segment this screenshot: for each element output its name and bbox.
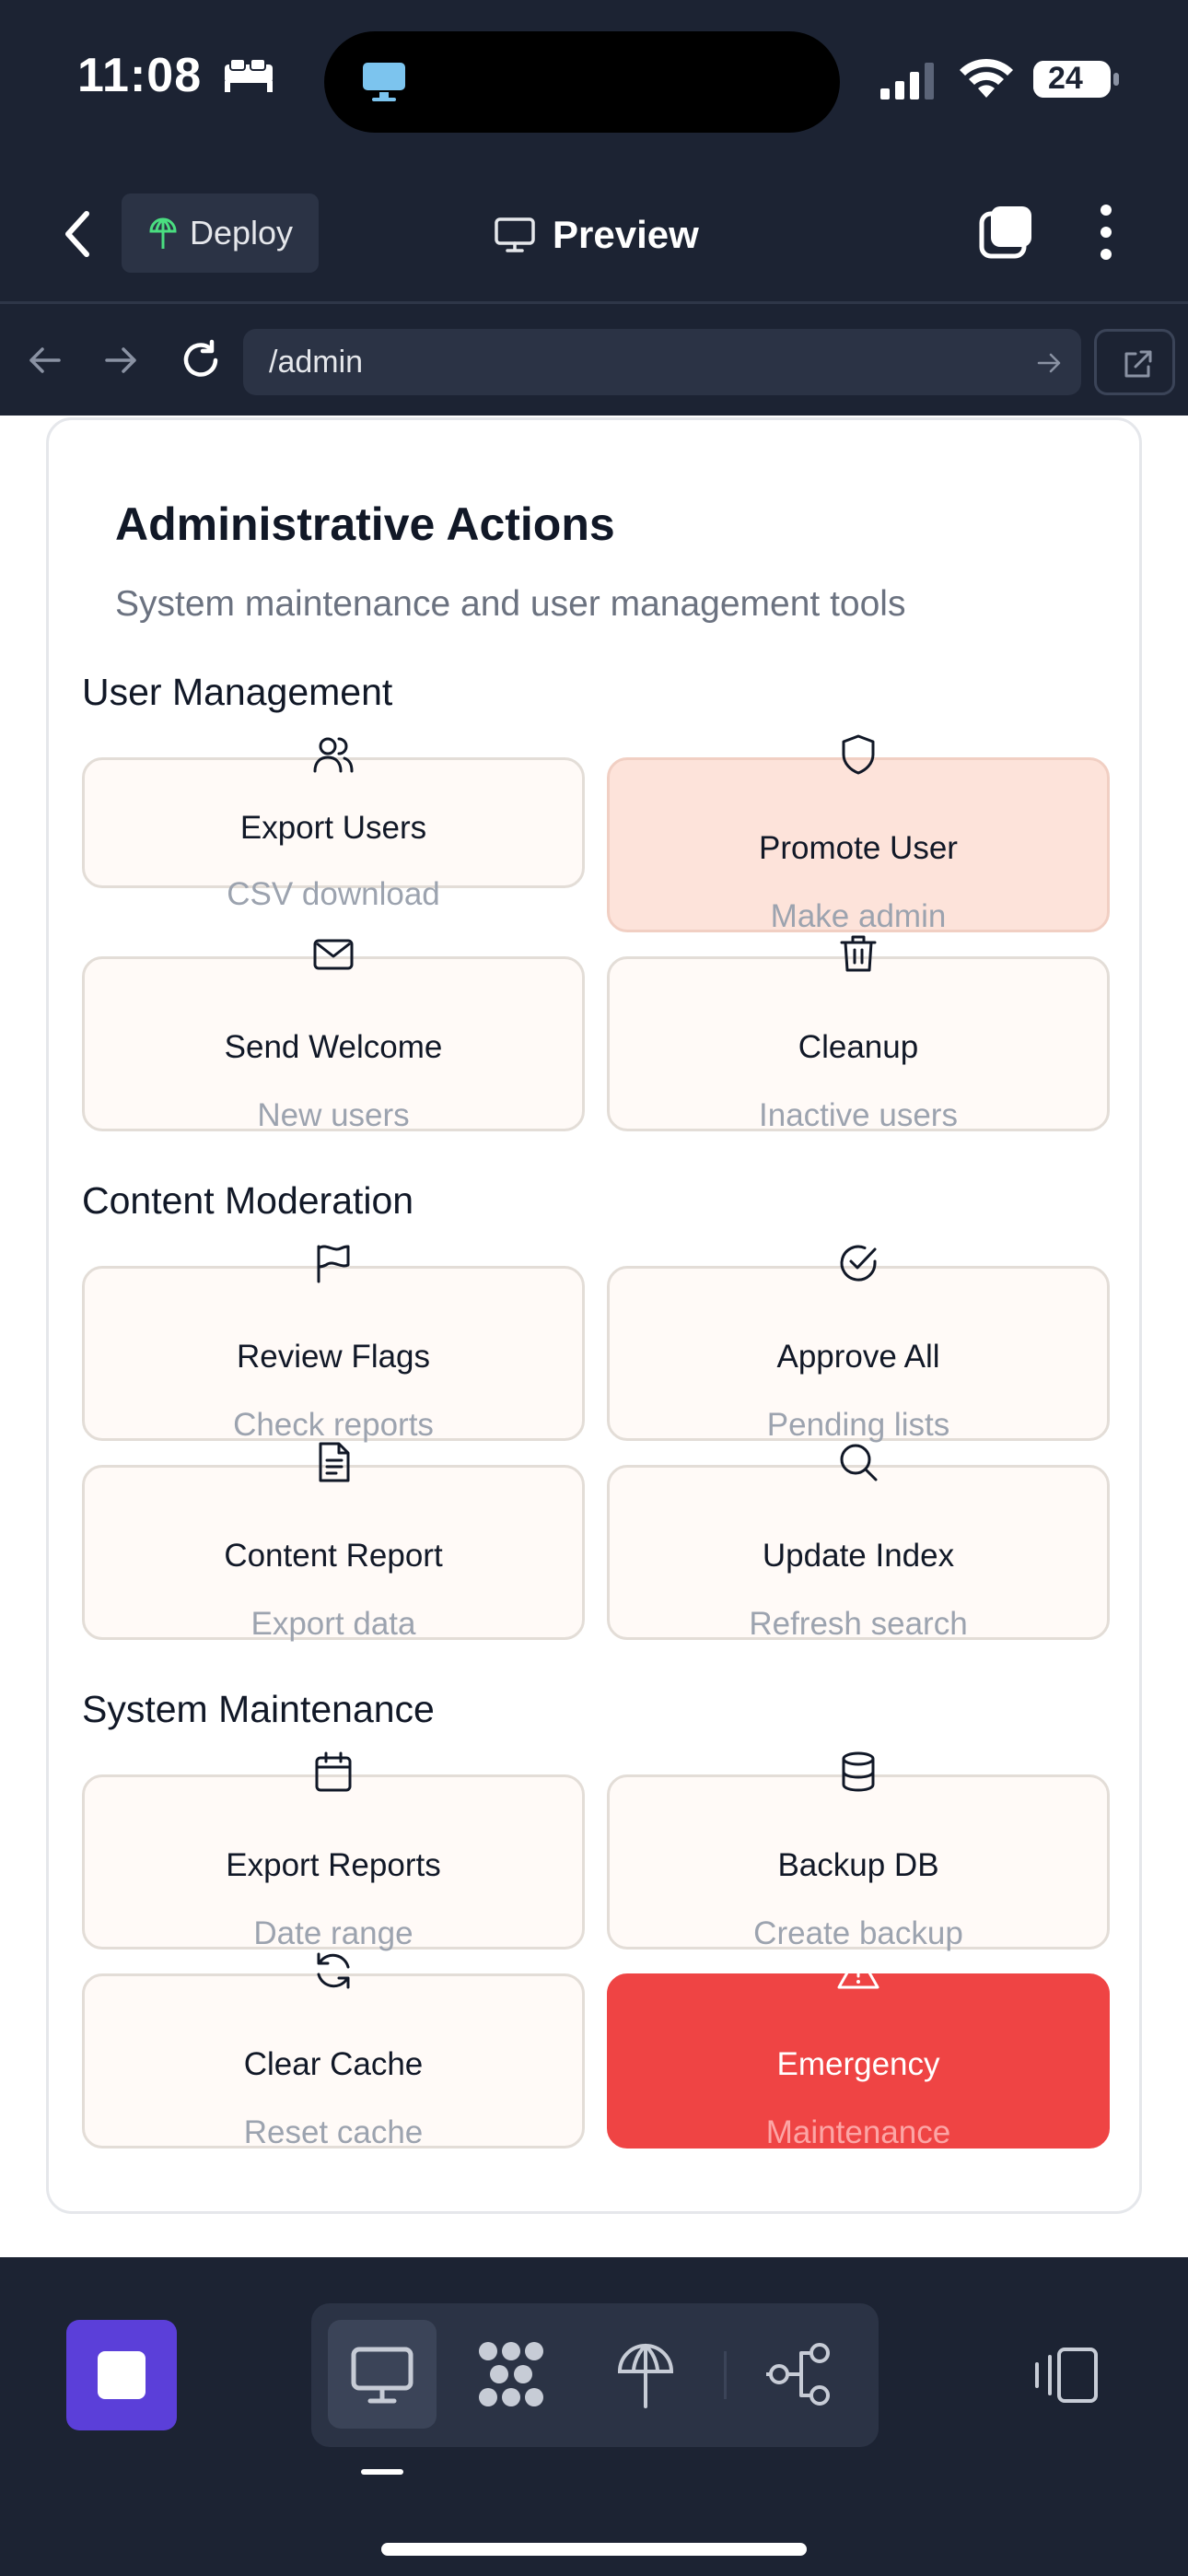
device-layout-icon[interactable] xyxy=(1031,2346,1100,2405)
web-preview: Administrative Actions System maintenanc… xyxy=(0,416,1188,2257)
more-menu-icon[interactable] xyxy=(1092,203,1120,262)
admin-actions-card: Administrative Actions System maintenanc… xyxy=(46,417,1142,2214)
export-reports-label: Export Reports xyxy=(226,1847,441,1883)
flag-icon xyxy=(317,1245,350,1283)
cleanup-button[interactable]: Cleanup Inactive users xyxy=(607,935,1110,1133)
url-text: /admin xyxy=(269,344,364,380)
approve-all-label: Approve All xyxy=(776,1339,940,1375)
document-icon xyxy=(319,1442,350,1482)
backup-db-button[interactable]: Backup DB Create backup xyxy=(607,1751,1110,1951)
app-header: Deploy Preview xyxy=(0,166,1188,304)
export-users-sub: CSV download xyxy=(227,876,440,912)
deploy-button[interactable]: Deploy xyxy=(122,193,319,273)
dynamic-island xyxy=(324,31,840,133)
check-circle-icon xyxy=(840,1245,877,1282)
promote-user-label: Promote User xyxy=(759,830,958,866)
bottom-toolbar xyxy=(0,2257,1188,2576)
send-welcome-label: Send Welcome xyxy=(224,1029,443,1065)
clear-cache-label: Clear Cache xyxy=(243,2046,424,2082)
emergency-label: Emergency xyxy=(776,2046,940,2082)
emergency-sub: Maintenance xyxy=(765,2114,951,2150)
screen-mirroring-icon xyxy=(363,63,405,101)
approve-all-button[interactable]: Approve All Pending lists xyxy=(607,1245,1110,1443)
content-report-sub: Export data xyxy=(250,1606,416,1642)
export-reports-sub: Date range xyxy=(253,1915,413,1951)
content-report-label: Content Report xyxy=(224,1538,443,1574)
active-tab-indicator xyxy=(361,2469,403,2475)
backup-db-label: Backup DB xyxy=(777,1847,939,1883)
update-index-button[interactable]: Update Index Refresh search xyxy=(607,1444,1110,1642)
review-flags-sub: Check reports xyxy=(233,1407,434,1443)
clear-cache-sub: Reset cache xyxy=(243,2114,424,2150)
git-branch-icon[interactable] xyxy=(764,2338,836,2410)
card-subtitle: System maintenance and user management t… xyxy=(115,584,906,624)
sleep-focus-icon xyxy=(225,58,273,92)
toolbar-divider xyxy=(724,2351,727,2399)
status-time: 11:08 xyxy=(77,49,203,102)
send-welcome-sub: New users xyxy=(257,1097,410,1133)
reload-icon[interactable] xyxy=(179,338,223,382)
warning-icon xyxy=(837,1951,879,1989)
search-icon xyxy=(840,1444,878,1481)
section-title-system-maintenance: System Maintenance xyxy=(82,1688,435,1730)
back-chevron-icon[interactable] xyxy=(55,206,101,262)
status-bar: 11:08 24 xyxy=(0,0,1188,166)
arrow-right-icon[interactable] xyxy=(103,342,140,379)
tabs-icon[interactable] xyxy=(978,203,1035,260)
update-index-label: Update Index xyxy=(762,1538,955,1574)
shield-icon xyxy=(842,734,875,775)
go-arrow-icon[interactable] xyxy=(1037,351,1061,375)
deploy-tree-icon[interactable] xyxy=(610,2338,681,2410)
calendar-icon xyxy=(315,1751,352,1792)
backup-db-sub: Create backup xyxy=(753,1915,963,1951)
review-flags-button[interactable]: Review Flags Check reports xyxy=(82,1245,585,1443)
workspace-grid-icon[interactable] xyxy=(475,2338,547,2410)
send-welcome-button[interactable]: Send Welcome New users xyxy=(82,939,585,1133)
content-report-button[interactable]: Content Report Export data xyxy=(82,1442,585,1642)
arrow-left-icon[interactable] xyxy=(26,342,63,379)
card-title: Administrative Actions xyxy=(115,498,615,550)
update-index-sub: Refresh search xyxy=(749,1606,968,1642)
clear-cache-button[interactable]: Clear Cache Reset cache xyxy=(82,1952,585,2150)
wifi-icon xyxy=(960,58,1013,98)
url-input[interactable]: /admin xyxy=(243,329,1081,395)
emergency-button[interactable]: Emergency Maintenance xyxy=(607,1951,1110,2150)
database-icon xyxy=(842,1751,875,1792)
refresh-icon xyxy=(317,1952,350,1989)
monitor-icon xyxy=(495,217,535,252)
export-users-label: Export Users xyxy=(239,810,427,846)
section-title-content-moderation: Content Moderation xyxy=(82,1179,414,1222)
external-link-icon xyxy=(1124,350,1152,378)
section-title-user-management: User Management xyxy=(82,671,393,713)
export-users-button[interactable]: Export Users CSV download xyxy=(82,737,585,912)
home-indicator xyxy=(381,2543,807,2556)
battery-level: 24 xyxy=(1048,61,1083,96)
cleanup-label: Cleanup xyxy=(798,1029,919,1065)
monitor-icon xyxy=(351,2347,413,2404)
export-reports-button[interactable]: Export Reports Date range xyxy=(82,1751,585,1951)
trash-icon xyxy=(840,935,877,972)
deploy-label: Deploy xyxy=(190,214,294,252)
preview-view-button[interactable] xyxy=(328,2320,437,2429)
battery-indicator: 24 xyxy=(1031,57,1122,101)
stop-button[interactable] xyxy=(66,2320,177,2430)
stop-icon xyxy=(98,2351,146,2399)
browser-toolbar: /admin xyxy=(0,307,1188,416)
cleanup-sub: Inactive users xyxy=(759,1097,958,1133)
review-flags-label: Review Flags xyxy=(236,1339,431,1375)
cellular-signal-icon xyxy=(880,63,934,100)
open-external-button[interactable] xyxy=(1094,329,1175,395)
preview-label: Preview xyxy=(553,213,699,256)
approve-all-sub: Pending lists xyxy=(766,1407,950,1443)
deploy-icon xyxy=(149,217,177,249)
users-icon xyxy=(313,737,354,773)
preview-tab[interactable]: Preview xyxy=(494,203,699,267)
promote-user-button[interactable]: Promote User Make admin xyxy=(607,734,1110,934)
mail-icon xyxy=(313,939,354,970)
view-switcher xyxy=(311,2303,879,2447)
promote-user-sub: Make admin xyxy=(770,898,947,934)
